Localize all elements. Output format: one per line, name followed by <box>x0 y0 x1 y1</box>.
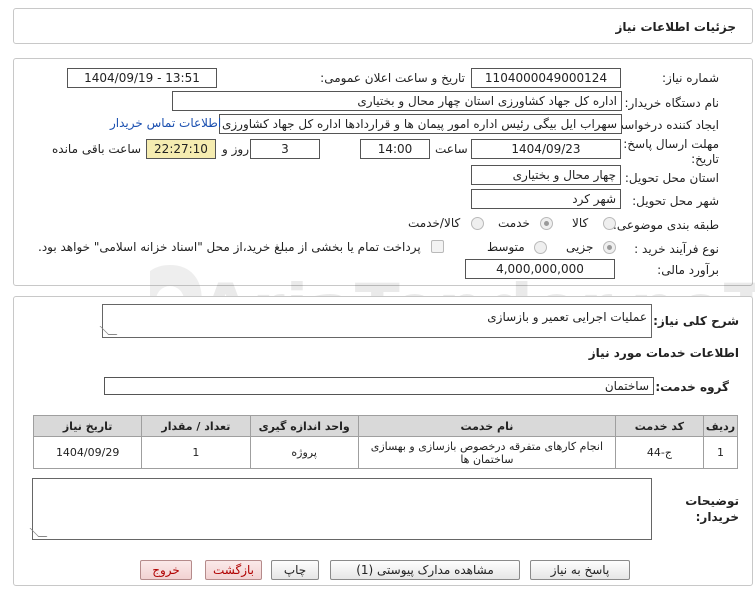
days-field: 3 <box>250 139 320 159</box>
category-option-service: خدمت <box>498 216 530 230</box>
remaining-time-field: 22:27:10 <box>146 139 216 159</box>
city-field: شهر کرد <box>471 189 621 209</box>
cell-code: ج-44 <box>614 436 704 469</box>
announce-label: تاریخ و ساعت اعلان عمومی: <box>320 71 465 85</box>
deadline-label: مهلت ارسال پاسخ: تا <box>612 137 719 151</box>
services-heading: اطلاعات خدمات مورد نیاز <box>588 346 739 360</box>
deadline-date-field: 1404/09/23 <box>471 139 621 159</box>
col-code: کد خدمت <box>614 415 704 437</box>
province-label: استان محل تحویل: <box>624 171 719 185</box>
cell-quantity: 1 <box>141 436 251 469</box>
cell-date: 1404/09/29 <box>32 436 143 469</box>
table-row: 1 ج-44 انجام کارهای متفرقه درخصوص بازساز… <box>32 436 739 469</box>
days-label: روز و <box>222 142 249 156</box>
process-radio-minor[interactable] <box>603 241 616 254</box>
service-group-label: گروه خدمت: <box>655 380 729 394</box>
process-radio-medium[interactable] <box>534 241 547 254</box>
treasury-payment-note: پرداخت تمام یا بخشی از مبلغ خرید،از محل … <box>38 240 421 254</box>
col-unit: واحد اندازه گیری <box>249 415 359 437</box>
budget-field: 4,000,000,000 <box>465 259 615 279</box>
category-option-goods: کالا <box>572 216 589 230</box>
attachments-button[interactable]: مشاهده مدارک پیوستی (1) <box>330 560 520 580</box>
deadline-time-label: ساعت <box>435 142 468 156</box>
page-title: جزئیات اطلاعات نیاز <box>615 20 736 34</box>
print-button[interactable]: چاپ <box>271 560 319 580</box>
services-table-header: ردیف کد خدمت نام خدمت واحد اندازه گیری ت… <box>32 415 739 437</box>
back-button[interactable]: بازگشت <box>205 560 262 580</box>
need-number-field: 1104000049000124 <box>471 68 621 88</box>
col-quantity: تعداد / مقدار <box>141 415 251 437</box>
category-radio-goods[interactable] <box>603 217 616 230</box>
buyer-label: نام دستگاه خریدار: <box>624 96 720 110</box>
exit-button[interactable]: خروج <box>140 560 192 580</box>
buyer-field: اداره کل جهاد کشاورزی استان چهار محال و … <box>172 91 622 111</box>
category-radio-service[interactable] <box>540 217 553 230</box>
category-option-goods-service: کالا/خدمت <box>408 216 461 230</box>
remaining-label: ساعت باقی مانده <box>52 142 142 156</box>
cell-unit: پروژه <box>249 436 359 469</box>
announce-field: 1404/09/19 - 13:51 <box>67 68 217 88</box>
buyer-contact-link[interactable]: اطلاعات تماس خریدار <box>110 116 221 130</box>
category-label: طبقه بندی موضوعی: <box>612 218 719 232</box>
buyer-notes-field[interactable] <box>32 478 652 540</box>
col-row: ردیف <box>702 415 739 437</box>
creator-field: سهراب ایل بیگی رئیس اداره امور پیمان ها … <box>219 114 622 134</box>
budget-label: برآورد مالی: <box>657 263 719 277</box>
process-label: نوع فرآیند خرید : <box>634 242 719 256</box>
cell-name: انجام کارهای متفرقه درخصوص بازسازی و بهس… <box>357 436 616 469</box>
services-table: ردیف کد خدمت نام خدمت واحد اندازه گیری ت… <box>32 415 739 469</box>
category-radio-goods-service[interactable] <box>471 217 484 230</box>
city-label: شهر محل تحویل: <box>632 194 719 208</box>
treasury-payment-checkbox[interactable] <box>431 240 444 253</box>
deadline-label-2: تاریخ: <box>691 152 719 166</box>
summary-label: شرح کلی نیاز: <box>653 314 739 328</box>
process-option-minor: جزیی <box>566 240 594 254</box>
deadline-time-field: 14:00 <box>360 139 430 159</box>
process-option-medium: متوسط <box>487 240 525 254</box>
province-field: چهار محال و بختیاری <box>471 165 621 185</box>
buyer-notes-label-2: خریدار: <box>695 510 739 524</box>
summary-field[interactable]: عملیات اجرایی تعمیر و بازسازی <box>102 304 652 338</box>
service-group-field: ساختمان <box>104 377 654 395</box>
col-name: نام خدمت <box>357 415 616 437</box>
need-number-label: شماره نیاز: <box>662 71 719 85</box>
cell-row: 1 <box>702 436 739 469</box>
reply-button[interactable]: پاسخ به نیاز <box>530 560 630 580</box>
col-date: تاریخ نیاز <box>32 415 143 437</box>
title-panel: جزئیات اطلاعات نیاز <box>13 8 753 44</box>
creator-label: ایجاد کننده درخواست: <box>608 118 719 132</box>
buyer-notes-label: توضیحات <box>685 494 739 508</box>
